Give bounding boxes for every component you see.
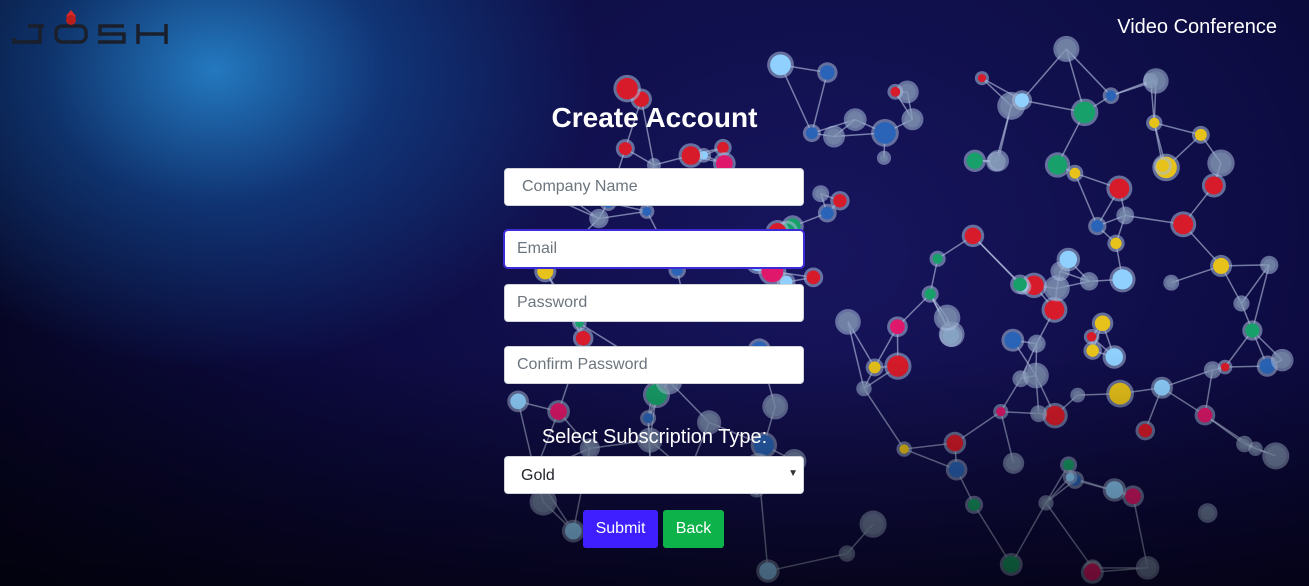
page-title: Create Account [551, 102, 758, 133]
subscription-select-wrapper[interactable]: Gold ▼ [504, 456, 804, 494]
submit-button[interactable]: Submit [583, 510, 658, 548]
email-input[interactable] [504, 230, 804, 268]
subscription-type-select[interactable]: Gold [504, 456, 804, 494]
company-name-input[interactable] [504, 168, 804, 206]
confirm-password-input[interactable] [504, 346, 804, 384]
josh-logo[interactable] [12, 8, 172, 48]
back-button[interactable]: Back [663, 510, 724, 548]
password-input[interactable] [504, 284, 804, 322]
video-conference-link[interactable]: Video Conference [1117, 16, 1277, 39]
subscription-type-label: Select Subscription Type: [541, 426, 768, 448]
